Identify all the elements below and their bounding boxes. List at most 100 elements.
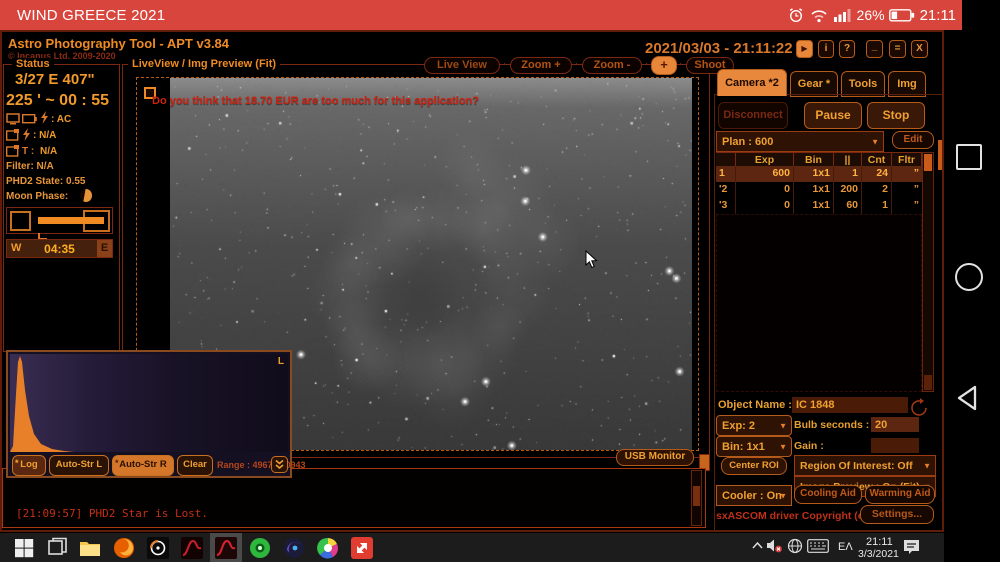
phd2-guiding-icon[interactable] [146, 536, 170, 560]
pause-button[interactable]: Pause [804, 102, 862, 129]
histogram-plot: L [10, 354, 288, 452]
log-scrollbar-thumb[interactable] [693, 486, 700, 506]
android-status-bar: WIND GREECE 2021 26% 21:11 [0, 0, 962, 30]
tray-clock-time[interactable]: 21:11 [866, 536, 893, 548]
tray-clock-date[interactable]: 3/3/2021 [858, 548, 899, 560]
log-scale-button[interactable]: * Log [12, 455, 46, 476]
mouse-cursor [585, 250, 598, 269]
sensor-icon [6, 145, 19, 157]
chevron-down-icon: ▼ [779, 421, 787, 430]
minimize-button[interactable]: _ [866, 40, 883, 58]
object-name-field[interactable]: IC 1848 [792, 397, 908, 413]
info-button[interactable]: i [818, 40, 834, 58]
edit-plan-button[interactable]: Edit [892, 131, 934, 149]
disconnect-button[interactable]: Disconnect [718, 102, 788, 129]
language-indicator[interactable]: ΕΛ [838, 541, 853, 553]
separator-dot: · [503, 58, 507, 69]
chevron-down-icon: ▼ [779, 442, 787, 451]
apt-icon[interactable] [180, 536, 204, 560]
chevron-down-icon: ▼ [923, 461, 931, 470]
chevron-down-icon: ▼ [871, 137, 879, 146]
filter-status: Filter: N/A [6, 161, 54, 172]
separator-dot: · [679, 58, 683, 69]
auto-stretch-right-button[interactable]: * Auto-Str R [112, 455, 174, 476]
purple-app-icon[interactable] [282, 536, 306, 560]
temp-value: N/A [40, 146, 58, 157]
statusbar-clock: 21:11 [919, 6, 956, 24]
plan-dropdown[interactable]: Plan : 600 ▼ [716, 131, 884, 152]
log-scrollbar[interactable] [691, 470, 702, 526]
slider-bar[interactable] [38, 217, 104, 224]
plan-table-row[interactable]: '3 0 1x1 60 1 ” [716, 198, 922, 214]
power-lightning-icon [41, 111, 48, 124]
clear-button[interactable]: Clear [177, 455, 213, 476]
histogram-channel-label: L [277, 356, 284, 367]
imaging-progress: 225 ' ~ 00 : 55 [6, 92, 109, 109]
moon-phase-label: Moon Phase: [6, 191, 69, 202]
zoom-in-button[interactable]: Zoom + [510, 57, 572, 74]
help-button[interactable]: ? [839, 40, 855, 58]
home-circle-icon[interactable] [955, 263, 983, 291]
wifi-icon [810, 9, 827, 22]
maximize-button[interactable]: = [889, 40, 906, 58]
action-center-icon[interactable] [903, 539, 920, 555]
plan-table-row[interactable]: '2 0 1x1 200 2 ” [716, 182, 922, 198]
plan-list-empty-area [716, 214, 922, 392]
bin-dropdown[interactable]: Bin: 1x1 ▼ [716, 436, 792, 457]
file-explorer-icon[interactable] [78, 536, 102, 560]
touch-keyboard-icon[interactable] [807, 539, 829, 553]
exposure-dropdown[interactable]: Exp: 2 ▼ [716, 415, 792, 436]
settings-button[interactable]: Settings... [860, 505, 934, 524]
slider-left-box [10, 211, 31, 231]
alarm-icon [789, 8, 802, 23]
task-view-button[interactable] [45, 536, 69, 560]
color-wheel-app-icon[interactable] [316, 536, 340, 560]
back-triangle-icon[interactable] [955, 384, 981, 412]
roi-dropdown[interactable]: Region Of Interest: Off ▼ [794, 455, 936, 476]
liveview-title: LiveView / Img Preview (Fit) [128, 58, 281, 70]
tab-camera[interactable]: Camera *2 [717, 69, 787, 96]
moon-phase-icon [80, 189, 92, 202]
center-roi-button[interactable]: Center ROI [721, 457, 787, 475]
green-app-icon[interactable] [248, 536, 272, 560]
gain-field[interactable] [871, 438, 919, 453]
volume-muted-icon[interactable] [766, 538, 783, 553]
play-button[interactable]: ▶ [796, 40, 813, 58]
cooler-dropdown[interactable]: Cooler : On ▼ [716, 485, 792, 506]
zoom-out-button[interactable]: Zoom - [582, 57, 642, 74]
phd2-status: PHD2 State: 0.55 [6, 176, 86, 187]
camera-power-lightning-icon [23, 128, 30, 141]
stop-button[interactable]: Stop [867, 102, 925, 129]
usb-monitor-button[interactable]: USB Monitor [616, 449, 694, 466]
plan-scrollbar-thumb[interactable] [924, 154, 932, 171]
separator-dot: · [575, 58, 579, 69]
histogram-curve [10, 356, 288, 452]
warming-aid-button[interactable]: Warming Aid [865, 485, 935, 504]
cooling-aid-button[interactable]: Cooling Aid [794, 485, 862, 504]
close-button[interactable]: X [911, 40, 928, 58]
bulb-seconds-field[interactable]: 20 [871, 417, 919, 432]
demo-overlay-text: Do you think that 18.70 EUR are too much… [152, 95, 479, 107]
plan-scrollbar[interactable] [922, 152, 934, 392]
plan-scrollbar-bottom[interactable] [924, 375, 932, 390]
firefox-icon[interactable] [112, 536, 136, 560]
collapse-chevron-icon[interactable] [271, 456, 288, 473]
battery-percent-label: 26% [856, 7, 885, 23]
auto-stretch-left-button[interactable]: Auto-Str L [49, 455, 109, 476]
separator-dot: · [645, 58, 649, 69]
tray-chevron-up-icon[interactable] [751, 541, 764, 550]
camera-power-status: : N/A [33, 130, 57, 141]
live-view-button[interactable]: Live View [424, 57, 500, 74]
signal-icon [833, 9, 851, 22]
start-button[interactable] [12, 536, 36, 560]
network-globe-icon[interactable] [787, 538, 803, 554]
apt-active-icon[interactable] [214, 536, 238, 560]
plan-table-row[interactable]: 1 600 1x1 1 24 ” [716, 166, 922, 182]
battery-icon [888, 8, 914, 22]
camera-icon [6, 129, 19, 141]
recents-square-icon[interactable] [956, 144, 982, 170]
crosshair-button[interactable]: + [651, 56, 677, 75]
object-name-label: Object Name : [718, 399, 792, 411]
red-remote-app-icon[interactable] [350, 536, 374, 560]
status-panel-title: Status [12, 58, 54, 70]
